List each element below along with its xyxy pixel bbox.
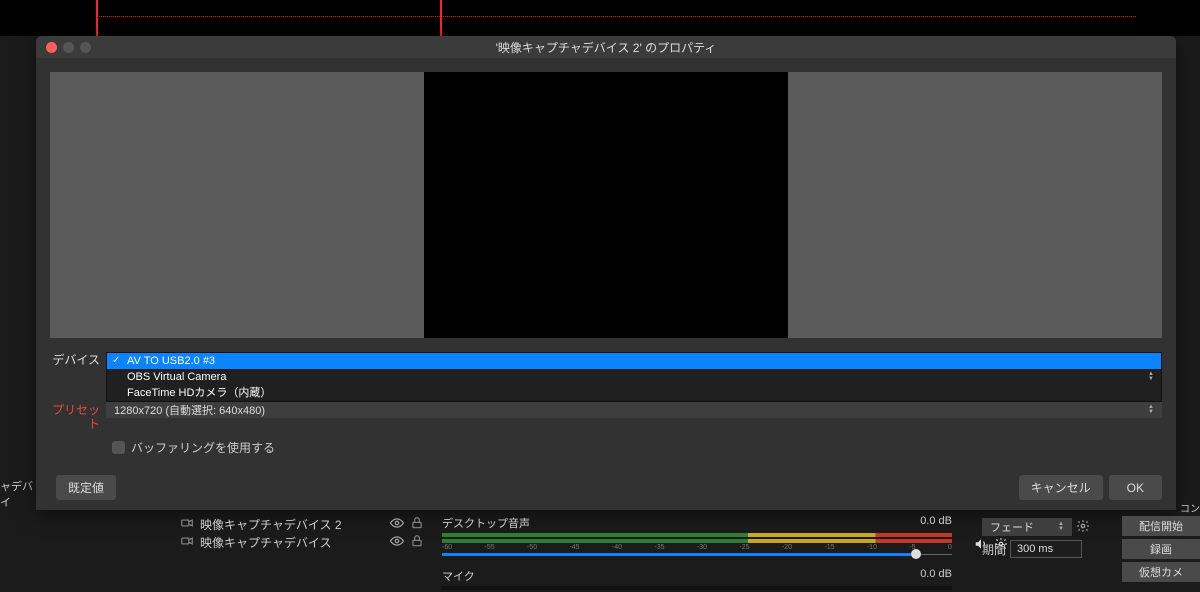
dialog-button-bar: 既定値 キャンセル OK xyxy=(50,475,1162,500)
ok-button[interactable]: OK xyxy=(1109,475,1162,500)
mixer-db-value: 0.0 dB xyxy=(920,568,952,584)
device-dropdown[interactable]: ✓ AV TO USB2.0 #3 OBS Virtual Camera Fac… xyxy=(106,352,1162,402)
audio-mixer: デスクトップ音声 0.0 dB -60-55-50-45-40-35-30-25… xyxy=(442,515,952,592)
defaults-button[interactable]: 既定値 xyxy=(56,475,116,500)
control-buttons: 配信開始 録画 仮想カメ xyxy=(1122,516,1200,585)
camera-icon xyxy=(180,516,194,533)
maximize-icon xyxy=(80,42,91,53)
camera-icon xyxy=(180,534,194,551)
source-name: 映像キャプチャデバイス 2 xyxy=(200,516,342,533)
gear-icon[interactable] xyxy=(1076,519,1090,536)
edge-marker xyxy=(96,0,98,36)
video-preview xyxy=(424,72,788,338)
preview-area xyxy=(36,58,1176,338)
start-record-button[interactable]: 録画 xyxy=(1122,539,1200,559)
mixer-source-label: デスクトップ音声 xyxy=(442,515,530,531)
left-panel-truncated: ャデバイ xyxy=(0,478,36,510)
preset-value: 1280x720 (自動選択: 640x480) xyxy=(114,402,265,418)
lock-icon[interactable] xyxy=(410,534,424,551)
buffering-row: バッファリングを使用する xyxy=(50,439,1162,456)
buffering-label: バッファリングを使用する xyxy=(131,439,275,456)
device-option-label: FaceTime HDカメラ（内蔵） xyxy=(127,387,271,399)
device-row: デバイス ✓ AV TO USB2.0 #3 OBS Virtual Camer… xyxy=(50,352,1162,402)
cancel-button[interactable]: キャンセル xyxy=(1019,475,1103,500)
properties-dialog: '映像キャプチャデバイス 2' のプロパティ デバイス ✓ AV TO USB2… xyxy=(36,36,1176,510)
mixer-desktop-audio: デスクトップ音声 0.0 dB -60-55-50-45-40-35-30-25… xyxy=(442,515,952,556)
slider-knob[interactable] xyxy=(911,549,921,559)
chevron-updown-icon: ▲▼ xyxy=(1054,518,1068,536)
preset-select[interactable]: 1280x720 (自動選択: 640x480) ▲▼ xyxy=(106,402,1162,418)
source-row[interactable]: 映像キャプチャデバイス 2 xyxy=(176,515,432,533)
duration-label: 期間 xyxy=(982,541,1006,558)
preview-background xyxy=(50,72,1162,338)
start-stream-button[interactable]: 配信開始 xyxy=(1122,516,1200,536)
check-icon: ✓ xyxy=(112,354,120,368)
source-row[interactable]: 映像キャプチャデバイス xyxy=(176,533,432,551)
device-options-list: ✓ AV TO USB2.0 #3 OBS Virtual Camera Fac… xyxy=(106,352,1162,402)
virtual-cam-button[interactable]: 仮想カメ xyxy=(1122,562,1200,582)
dialog-title: '映像キャプチャデバイス 2' のプロパティ xyxy=(36,39,1176,56)
visibility-icon[interactable] xyxy=(390,534,404,551)
device-option[interactable]: OBS Virtual Camera xyxy=(107,369,1161,385)
volume-slider[interactable] xyxy=(442,553,952,556)
lock-icon[interactable] xyxy=(410,516,424,533)
device-option[interactable]: ✓ AV TO USB2.0 #3 xyxy=(107,353,1161,369)
chevron-updown-icon: ▲▼ xyxy=(1144,354,1158,400)
properties-form: デバイス ✓ AV TO USB2.0 #3 OBS Virtual Camer… xyxy=(36,338,1176,456)
buffering-checkbox[interactable] xyxy=(112,441,125,454)
dialog-title-bar: '映像キャプチャデバイス 2' のプロパティ xyxy=(36,36,1176,58)
device-option-label: OBS Virtual Camera xyxy=(127,371,226,383)
mixer-mic: マイク 0.0 dB xyxy=(442,568,952,590)
transition-type: フェード xyxy=(990,519,1034,535)
mixer-source-label: マイク xyxy=(442,568,475,584)
window-traffic-lights xyxy=(36,42,91,53)
source-name: 映像キャプチャデバイス xyxy=(200,534,332,551)
background-canvas xyxy=(0,0,1200,36)
playhead-marker xyxy=(440,0,442,36)
transition-panel: フェード ▲▼ 期間 xyxy=(982,516,1108,560)
device-label: デバイス xyxy=(50,352,106,367)
sources-panel: 映像キャプチャデバイス 2 映像キャプチャデバイス xyxy=(176,515,432,551)
audio-meter xyxy=(442,533,952,537)
minimize-icon xyxy=(63,42,74,53)
mixer-db-value: 0.0 dB xyxy=(920,515,952,531)
preset-label: プリセット xyxy=(50,402,106,431)
audio-meter xyxy=(442,539,952,543)
device-option-label: AV TO USB2.0 #3 xyxy=(127,355,215,367)
close-icon[interactable] xyxy=(46,42,57,53)
bbox-outline xyxy=(96,16,1136,17)
meter-ticks: -60-55-50-45-40-35-30-25-20-15-10-50 xyxy=(442,544,952,551)
duration-input[interactable] xyxy=(1010,540,1082,558)
visibility-icon[interactable] xyxy=(390,516,404,533)
preset-row: プリセット 1280x720 (自動選択: 640x480) ▲▼ xyxy=(50,402,1162,431)
right-truncated: コン xyxy=(1180,500,1200,515)
chevron-updown-icon: ▲▼ xyxy=(1144,402,1158,418)
audio-meter xyxy=(442,586,952,590)
device-option[interactable]: FaceTime HDカメラ（内蔵） xyxy=(107,385,1161,401)
transition-select[interactable]: フェード ▲▼ xyxy=(982,518,1072,536)
